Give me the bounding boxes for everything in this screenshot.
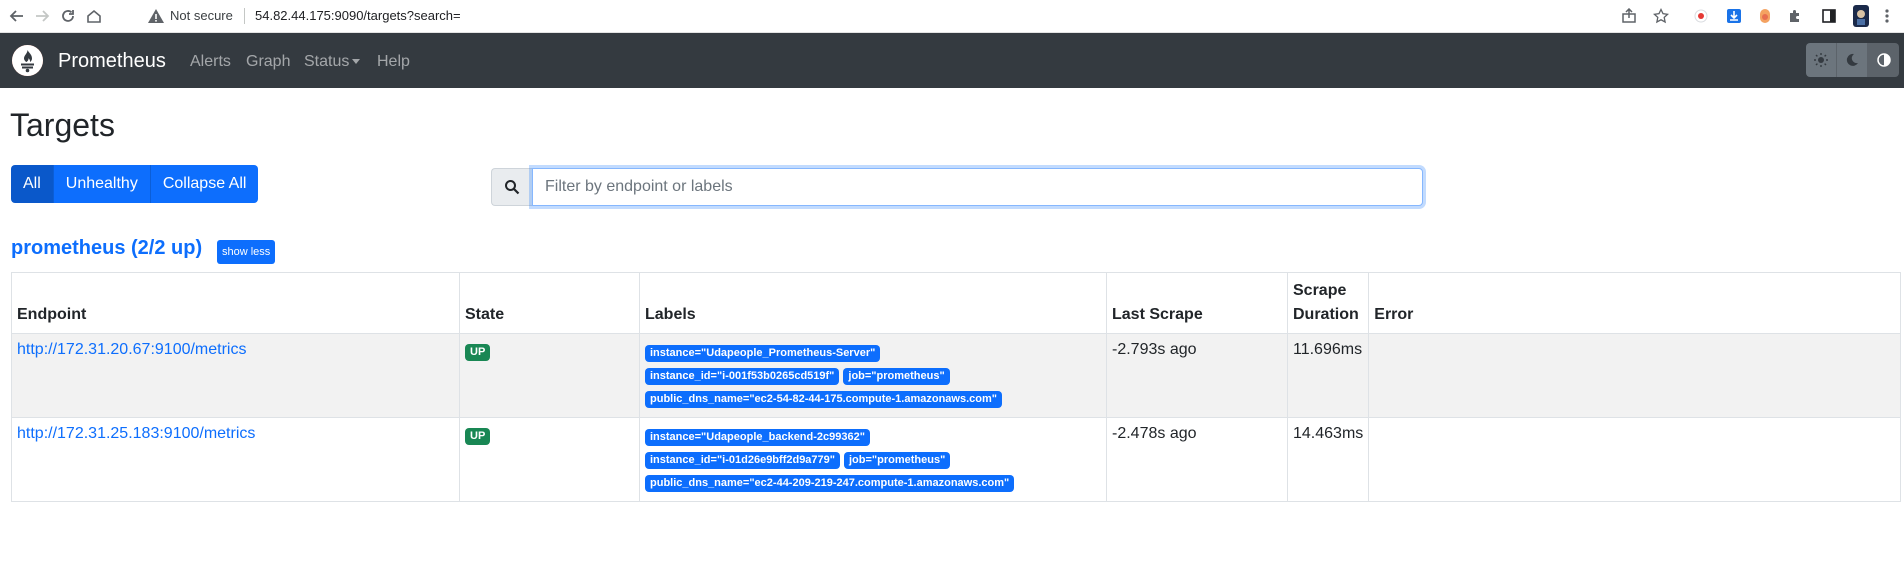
prometheus-logo-icon[interactable]: [12, 45, 43, 76]
table-row: http://172.31.20.67:9100/metrics UP inst…: [11, 333, 1901, 418]
orange-extension-icon[interactable]: [1754, 5, 1776, 27]
label-badge: instance_id="i-001f53b0265cd519f": [645, 368, 840, 385]
search-icon: [491, 168, 532, 206]
endpoint-link[interactable]: http://172.31.25.183:9100/metrics: [17, 425, 255, 442]
address-bar[interactable]: 54.82.44.175:9090/targets?search=: [255, 7, 461, 25]
table-row: http://172.31.25.183:9100/metrics UP ins…: [11, 417, 1901, 502]
navbar: Prometheus Alerts Graph Status Help: [0, 33, 1904, 88]
scrape-duration-value: 11.696ms: [1293, 341, 1363, 358]
label-badge: instance="Udapeople_backend-2c99362": [645, 429, 870, 446]
column-header-state: State: [459, 272, 640, 334]
error-cell: [1368, 417, 1901, 502]
nav-alerts[interactable]: Alerts: [190, 52, 231, 72]
label-badge: instance="Udapeople_Prometheus-Server": [645, 345, 881, 362]
label-badge: job="prometheus": [844, 452, 951, 469]
nav-status-label: Status: [304, 53, 350, 70]
status-badge: UP: [465, 428, 491, 445]
labels-cell: instance="Udapeople_Prometheus-Server" i…: [639, 333, 1107, 418]
dark-theme-moon-icon[interactable]: [1837, 43, 1868, 77]
endpoint-link[interactable]: http://172.31.20.67:9100/metrics: [17, 341, 246, 358]
scrape-duration-cell: 14.463ms: [1286, 417, 1370, 502]
column-header-last-scrape: Last Scrape: [1106, 272, 1288, 334]
search-group: [491, 168, 1423, 206]
side-panel-icon[interactable]: [1818, 5, 1840, 27]
share-icon[interactable]: [1618, 5, 1640, 27]
home-icon[interactable]: [83, 5, 105, 27]
show-less-button[interactable]: show less: [217, 240, 276, 264]
table-header-row: Endpoint State Labels Last Scrape Scrape…: [11, 272, 1901, 334]
warning-icon[interactable]: [147, 7, 165, 25]
label-badge: public_dns_name="ec2-54-82-44-175.comput…: [645, 391, 1002, 408]
filter-button-group: All Unhealthy Collapse All: [11, 165, 259, 203]
reload-icon[interactable]: [57, 5, 79, 27]
scrape-duration-value: 14.463ms: [1293, 425, 1364, 442]
chrome-menu-icon[interactable]: [1876, 5, 1898, 27]
last-scrape-value: -2.793s ago: [1112, 341, 1197, 358]
auto-theme-contrast-icon[interactable]: [1868, 43, 1899, 77]
light-theme-sun-icon[interactable]: [1806, 43, 1837, 77]
last-scrape-cell: -2.793s ago: [1106, 333, 1288, 418]
column-header-scrape-duration: Scrape Duration: [1286, 272, 1370, 334]
page-title: Targets: [10, 107, 115, 143]
search-input[interactable]: [532, 168, 1423, 206]
back-icon[interactable]: [6, 5, 28, 27]
label-badge: instance_id="i-01d26e9bff2d9a779": [645, 452, 840, 469]
forward-icon[interactable]: [31, 5, 53, 27]
scrape-duration-cell: 11.696ms: [1286, 333, 1370, 418]
record-extension-icon[interactable]: [1690, 5, 1712, 27]
column-header-endpoint: Endpoint: [11, 272, 460, 334]
filter-unhealthy-button[interactable]: Unhealthy: [53, 165, 151, 203]
last-scrape-value: -2.478s ago: [1112, 425, 1197, 442]
browser-toolbar: Not secure 54.82.44.175:9090/targets?sea…: [0, 0, 1904, 33]
endpoint-cell: http://172.31.20.67:9100/metrics: [11, 333, 460, 418]
url-separator: [244, 8, 245, 24]
collapse-all-button[interactable]: Collapse All: [150, 165, 259, 203]
nav-status-dropdown[interactable]: Status: [304, 52, 361, 72]
profile-avatar[interactable]: [1850, 5, 1872, 27]
labels-cell: instance="Udapeople_backend-2c99362" ins…: [639, 417, 1107, 502]
download-extension-icon[interactable]: [1723, 5, 1745, 27]
bookmark-star-icon[interactable]: [1650, 5, 1672, 27]
targets-table: Endpoint State Labels Last Scrape Scrape…: [11, 272, 1901, 502]
nav-help[interactable]: Help: [377, 52, 410, 72]
status-badge: UP: [465, 344, 491, 361]
security-label[interactable]: Not secure: [170, 7, 233, 25]
brand-name[interactable]: Prometheus: [58, 49, 166, 73]
state-cell: UP: [459, 333, 640, 418]
label-badge: job="prometheus": [843, 368, 950, 385]
endpoint-cell: http://172.31.25.183:9100/metrics: [11, 417, 460, 502]
extensions-puzzle-icon[interactable]: [1784, 5, 1806, 27]
nav-graph[interactable]: Graph: [246, 52, 290, 72]
last-scrape-cell: -2.478s ago: [1106, 417, 1288, 502]
label-badge: public_dns_name="ec2-44-209-219-247.comp…: [645, 475, 1015, 492]
theme-toggle-group: [1806, 43, 1899, 77]
column-header-labels: Labels: [639, 272, 1107, 334]
filter-all-button[interactable]: All: [11, 165, 54, 203]
pool-title[interactable]: prometheus (2/2 up): [11, 236, 202, 260]
error-cell: [1368, 333, 1901, 418]
chevron-down-icon: [352, 59, 361, 65]
column-header-error: Error: [1368, 272, 1901, 334]
state-cell: UP: [459, 417, 640, 502]
